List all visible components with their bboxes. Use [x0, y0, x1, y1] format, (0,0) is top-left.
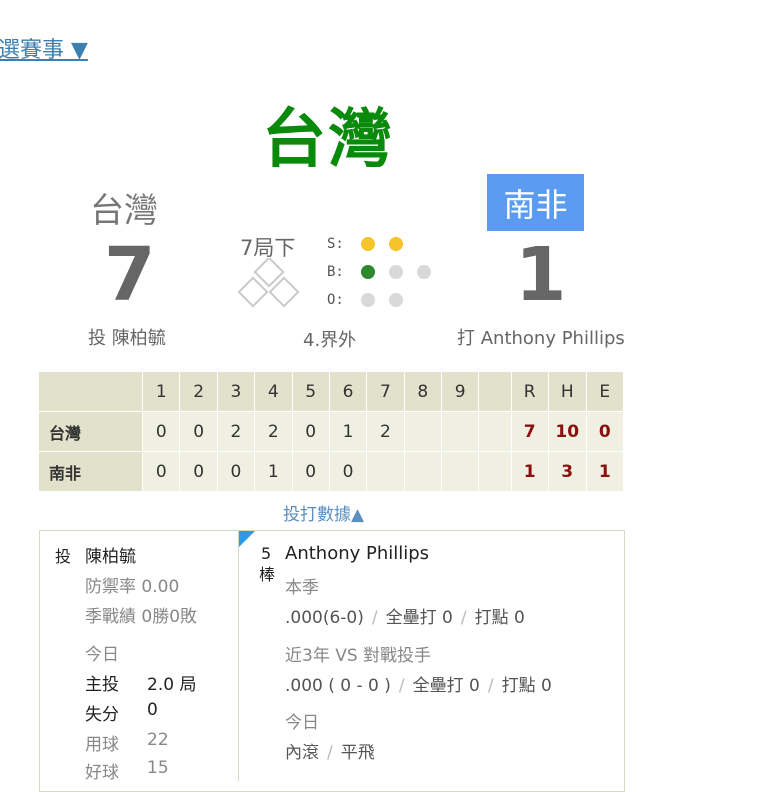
inning-cell: [366, 451, 405, 492]
team-cell: 台灣: [37, 411, 144, 452]
vs-rbi: 打點 0: [501, 676, 552, 696]
pitcher-stat-value: 15: [147, 758, 169, 778]
batting-order-label: 棒: [259, 565, 276, 584]
inning-cell: 0: [179, 451, 218, 492]
pitcher-stat-value: 0: [147, 700, 158, 720]
table-row: 南非 0 0 0 1 0 0 1 3 1: [37, 451, 625, 492]
header-cell: 5: [291, 371, 330, 412]
inning-cell: [403, 451, 442, 492]
inning-cell: 0: [179, 411, 218, 452]
batter-today-label: 今日: [285, 713, 319, 733]
today-results: 內滾 / 平飛: [285, 743, 375, 763]
home-team-badge: 南非: [487, 174, 584, 231]
stats-toggle-button[interactable]: 投打數據▲: [283, 500, 364, 525]
pitcher-stat-label: 失分: [85, 705, 119, 725]
today-result: 平飛: [340, 743, 375, 763]
table-row: 台灣 0 0 2 2 0 1 2 7 10 0: [37, 411, 625, 452]
away-team-name: 台灣: [90, 191, 158, 231]
hits-cell: 3: [547, 451, 587, 492]
pitcher-name[interactable]: 陳柏毓: [85, 542, 136, 567]
pitcher-stat-label: 好球: [85, 763, 119, 783]
header-cell: [478, 371, 512, 412]
inning-cell: 1: [328, 411, 368, 452]
inning-cell: [440, 451, 480, 492]
current-pitcher: 投 陳柏毓: [88, 328, 166, 349]
vs-pitcher-stats: .000 ( 0 - 0 ) / 全壘打 0/打點 0: [285, 676, 552, 696]
runs-cell: 1: [510, 451, 549, 492]
header-cell: 8: [403, 371, 442, 412]
header-cell: [37, 371, 144, 412]
inning-cell: 0: [291, 411, 330, 452]
errors-cell: 1: [585, 451, 625, 492]
team-cell: 南非: [37, 451, 144, 492]
third-base-icon: [237, 276, 269, 308]
inning-cell: 0: [291, 451, 330, 492]
header-cell: 2: [179, 371, 218, 412]
ball-label: B:: [327, 264, 344, 280]
out-dot: [361, 293, 375, 307]
pitcher-stat-value: 22: [147, 730, 169, 750]
vs-pitcher-label: 近3年 VS 對戰投手: [285, 646, 432, 666]
inning-cell: 2: [216, 411, 256, 452]
pitcher-stat-label: 主投: [85, 675, 119, 695]
inning-cell: [403, 411, 442, 452]
pitcher-role-label: 投: [55, 547, 72, 566]
season-label: 本季: [285, 578, 319, 598]
header-cell: 3: [216, 371, 256, 412]
header-cell: H: [547, 371, 587, 412]
current-batter-marker-icon: [239, 531, 255, 547]
header-cell: 1: [142, 371, 181, 412]
strike-dot: [389, 237, 403, 251]
out-label: O:: [327, 292, 344, 308]
pitcher-stat-value: 2.0 局: [147, 675, 197, 695]
pitcher-record: 季戰績 0勝0敗: [85, 607, 198, 627]
ball-dot: [417, 265, 431, 279]
inning-cell: 0: [216, 451, 256, 492]
bases-diamond-icon: [237, 258, 300, 308]
errors-cell: 0: [585, 411, 625, 452]
season-rbi: 打點 0: [474, 608, 525, 628]
game-select-link[interactable]: 選賽事 ▼: [0, 32, 88, 64]
linescore-table: 1 2 3 4 5 6 7 8 9 R H E 台灣 0 0 2 2 0 1 2…: [37, 371, 625, 492]
pitcher-era: 防禦率 0.00: [85, 577, 180, 597]
header-cell: E: [585, 371, 625, 412]
hits-cell: 10: [547, 411, 587, 452]
inning-cell: [478, 451, 512, 492]
header-cell: 4: [254, 371, 293, 412]
vs-hr: 全壘打 0: [412, 676, 480, 696]
away-score: 7: [104, 232, 156, 318]
header-cell: 9: [440, 371, 480, 412]
inning-cell: 0: [142, 411, 181, 452]
batter-name[interactable]: Anthony Phillips: [285, 543, 429, 564]
play-result: 4.界外: [303, 330, 357, 351]
runs-cell: 7: [510, 411, 549, 452]
season-hr: 全壘打 0: [385, 608, 453, 628]
vs-avg: .000 ( 0 - 0 ): [285, 676, 391, 696]
out-dot: [389, 293, 403, 307]
inning-cell: 0: [328, 451, 368, 492]
header-cell: R: [510, 371, 549, 412]
inning-cell: 0: [142, 451, 181, 492]
pitcher-today-label: 今日: [85, 645, 119, 665]
inning-cell: [440, 411, 480, 452]
season-stats: .000(6-0) / 全壘打 0/打點 0: [285, 608, 525, 628]
ball-dot: [361, 265, 375, 279]
current-batter: 打 Anthony Phillips: [457, 328, 625, 349]
inning-cell: 1: [254, 451, 293, 492]
strike-label: S:: [327, 236, 344, 252]
pitcher-stat-label: 用球: [85, 735, 119, 755]
ball-dot: [389, 265, 403, 279]
linescore-header-row: 1 2 3 4 5 6 7 8 9 R H E: [37, 371, 625, 412]
inning-cell: 2: [366, 411, 405, 452]
strike-dot: [361, 237, 375, 251]
home-score: 1: [515, 232, 567, 318]
inning-cell: 2: [254, 411, 293, 452]
header-cell: 6: [328, 371, 368, 412]
header-cell: 7: [366, 371, 405, 412]
inning-cell: [478, 411, 512, 452]
today-result: 內滾: [285, 743, 319, 763]
headline-team: 台灣: [262, 103, 394, 177]
season-avg: .000(6-0): [285, 608, 364, 628]
panel-divider: [238, 531, 239, 781]
